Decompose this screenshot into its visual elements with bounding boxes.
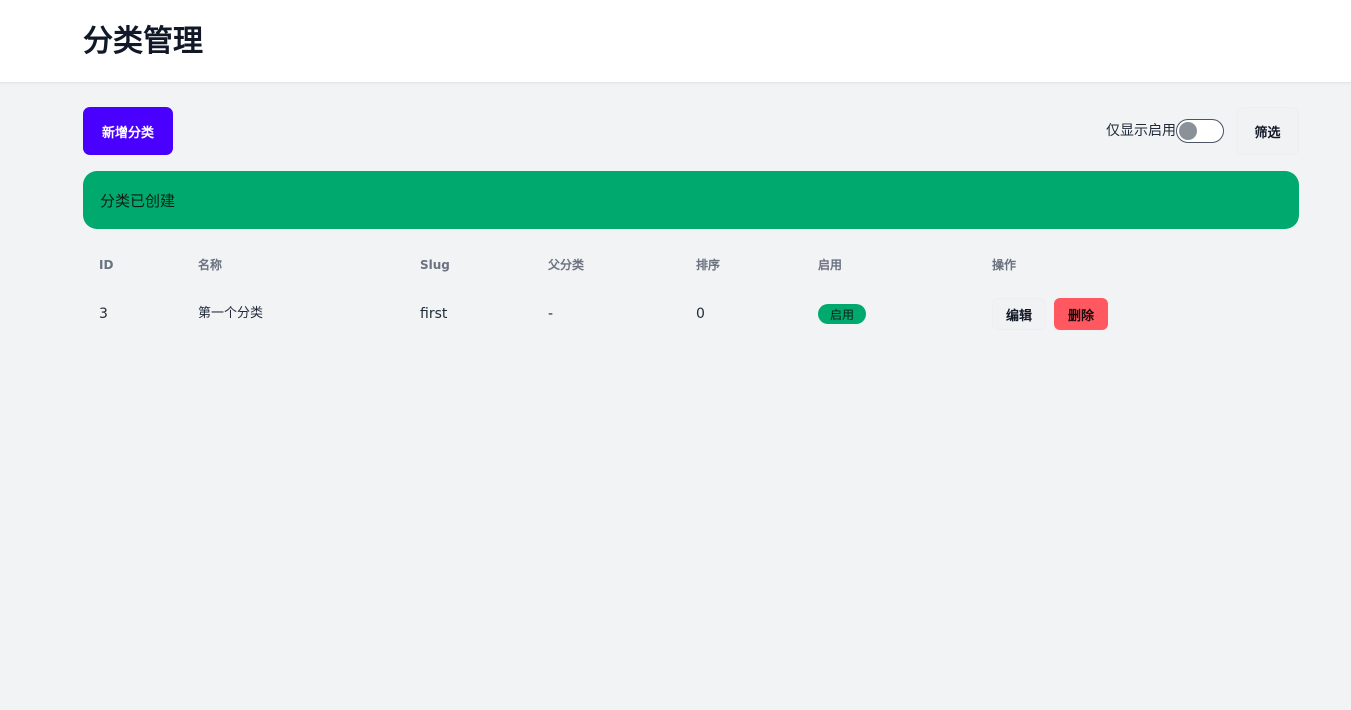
column-header-name: 名称 [198, 258, 223, 272]
delete-button[interactable]: 删除 [1054, 298, 1108, 330]
cell-order: 0 [696, 306, 705, 322]
column-header-actions: 操作 [992, 258, 1017, 272]
alert-message: 分类已创建 [100, 191, 176, 210]
filter-group: 仅显示启用 筛选 [1106, 107, 1299, 155]
cell-name: 第一个分类 [198, 306, 264, 321]
column-header-order: 排序 [696, 258, 721, 272]
top-bar: 分类管理 [0, 0, 1351, 83]
edit-button[interactable]: 编辑 [992, 298, 1046, 330]
page-title: 分类管理 [83, 24, 203, 59]
cell-parent: - [548, 306, 554, 322]
add-category-button[interactable]: 新增分类 [83, 107, 173, 155]
enabled-only-toggle[interactable] [1176, 119, 1224, 143]
column-header-id: ID [99, 258, 114, 272]
column-header-parent: 父分类 [548, 258, 585, 272]
column-header-slug: Slug [420, 258, 450, 272]
cell-id: 3 [99, 306, 108, 322]
cell-slug: first [420, 306, 448, 322]
success-alert: 分类已创建 [83, 171, 1299, 229]
status-badge: 启用 [818, 304, 866, 324]
toggle-knob [1179, 122, 1197, 140]
column-header-enabled: 启用 [818, 258, 843, 272]
filter-button[interactable]: 筛选 [1236, 107, 1299, 155]
toggle-label: 仅显示启用 [1106, 123, 1176, 139]
